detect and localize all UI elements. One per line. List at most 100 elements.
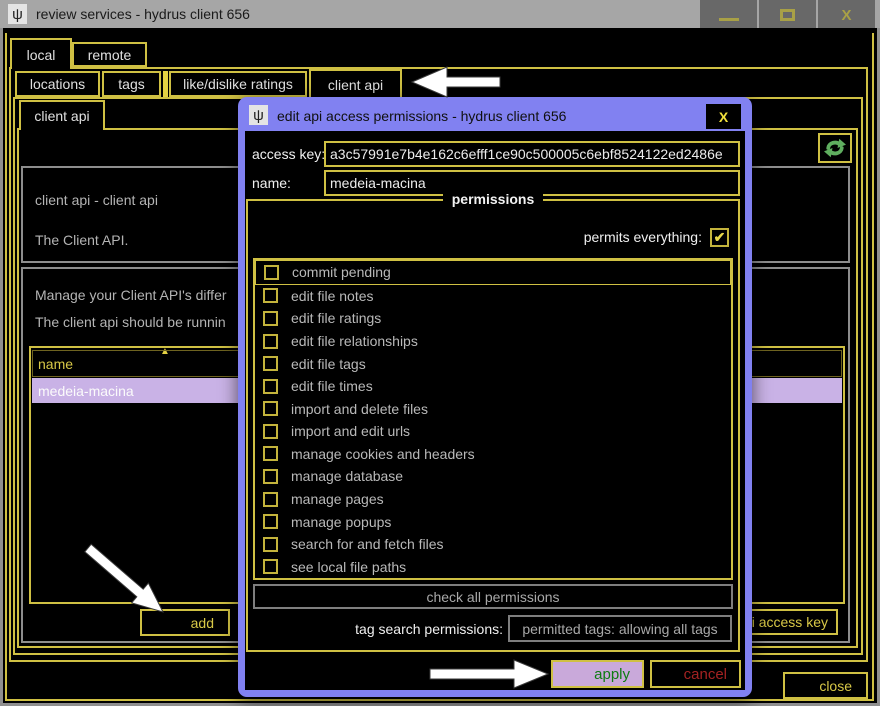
psi-glyph: ψ: [12, 6, 23, 23]
permission-checkbox[interactable]: [263, 492, 278, 507]
permission-label: import and delete files: [291, 401, 428, 417]
apply-button-label: apply: [594, 666, 630, 683]
close-button-label: close: [819, 678, 852, 694]
permission-label: commit pending: [292, 264, 391, 280]
permission-label: manage cookies and headers: [291, 446, 475, 462]
permission-item[interactable]: edit file times: [255, 375, 731, 398]
permissions-list[interactable]: commit pending edit file notes edit file…: [253, 258, 733, 580]
dialog-close-icon: X: [719, 109, 728, 125]
tag-search-permissions-button[interactable]: permitted tags: allowing all tags: [508, 615, 732, 642]
window-close-button[interactable]: X: [818, 0, 875, 30]
dialog-close-button[interactable]: X: [706, 104, 741, 129]
manage-text-2: The client api should be runnin: [35, 314, 226, 330]
service-title-text: client api - client api: [35, 192, 158, 208]
permission-item[interactable]: manage database: [255, 465, 731, 488]
permission-checkbox[interactable]: [263, 288, 278, 303]
dialog-titlebar: ψ edit api access permissions - hydrus c…: [245, 100, 745, 131]
app-icon: ψ: [8, 4, 27, 24]
table-row-name: medeia-macina: [38, 383, 134, 399]
permission-label: manage popups: [291, 514, 391, 530]
minimize-icon: [719, 18, 739, 21]
permission-label: edit file ratings: [291, 310, 381, 326]
permission-checkbox[interactable]: [263, 559, 278, 574]
tab-client-api-label: client api: [328, 77, 383, 93]
permission-checkbox[interactable]: [263, 469, 278, 484]
permission-item[interactable]: import and delete files: [255, 397, 731, 420]
refresh-button[interactable]: [818, 133, 852, 163]
maximize-icon: [780, 9, 795, 21]
tab-client-api-page-label: client api: [34, 108, 89, 124]
permission-item[interactable]: see local file paths: [255, 556, 731, 579]
tab-locations-label: locations: [30, 76, 85, 92]
permission-item[interactable]: manage cookies and headers: [255, 443, 731, 466]
permission-label: manage pages: [291, 491, 384, 507]
tab-tags-label: tags: [118, 76, 144, 92]
permission-checkbox[interactable]: [263, 379, 278, 394]
add-button[interactable]: add: [140, 609, 230, 636]
tab-like-dislike-ratings[interactable]: like/dislike ratings: [169, 71, 307, 97]
service-subtitle-text: The Client API.: [35, 232, 128, 248]
permits-everything-label: permits everything:: [238, 229, 702, 245]
permission-label: search for and fetch files: [291, 536, 444, 552]
permission-item[interactable]: edit file tags: [255, 352, 731, 375]
permission-checkbox[interactable]: [264, 265, 279, 280]
permission-checkbox[interactable]: [263, 311, 278, 326]
access-key-label: access key:: [252, 141, 325, 167]
titlebar: ψ review services - hydrus client 656 X: [0, 0, 880, 28]
refresh-icon: [822, 137, 848, 159]
permission-label: manage database: [291, 468, 403, 484]
tab-tags[interactable]: tags: [102, 71, 161, 97]
permission-checkbox[interactable]: [263, 514, 278, 529]
dialog-psi-glyph: ψ: [253, 107, 264, 124]
close-icon: X: [841, 7, 851, 24]
permission-item[interactable]: manage pages: [255, 488, 731, 511]
tab-like-dislike-ratings-label: like/dislike ratings: [183, 76, 293, 92]
apply-button[interactable]: apply: [551, 660, 644, 688]
tab-local-label: local: [27, 47, 56, 63]
access-key-input[interactable]: a3c57991e7b4e162c6efff1ce90c500005c6ebf8…: [324, 141, 740, 167]
permission-item[interactable]: manage popups: [255, 510, 731, 533]
minimize-button[interactable]: [700, 0, 757, 30]
tab-client-api-page[interactable]: client api: [19, 100, 105, 130]
permissions-title: permissions: [443, 191, 543, 207]
checkmark-icon: ✔: [714, 229, 726, 246]
tab-remote-label: remote: [88, 47, 132, 63]
close-button[interactable]: close: [783, 672, 868, 699]
check-all-permissions-button[interactable]: check all permissions: [253, 584, 733, 609]
permissions-title-wrap: permissions: [246, 191, 740, 209]
permission-item[interactable]: commit pending: [255, 260, 731, 285]
permission-label: edit file tags: [291, 356, 366, 372]
permission-item[interactable]: edit file relationships: [255, 330, 731, 353]
table-header-name-label: name: [38, 356, 73, 372]
permission-checkbox[interactable]: [263, 446, 278, 461]
permission-checkbox[interactable]: [263, 401, 278, 416]
dialog-app-icon: ψ: [249, 105, 268, 125]
edit-api-permissions-dialog: ψ edit api access permissions - hydrus c…: [238, 97, 752, 697]
permission-checkbox[interactable]: [263, 537, 278, 552]
permission-checkbox[interactable]: [263, 334, 278, 349]
window-title: review services - hydrus client 656: [36, 0, 250, 28]
permission-label: edit file notes: [291, 288, 374, 304]
tag-search-permissions-label: tag search permissions:: [253, 615, 503, 642]
add-button-label: add: [191, 615, 214, 631]
permission-checkbox[interactable]: [263, 424, 278, 439]
cancel-button[interactable]: cancel: [650, 660, 741, 688]
permits-everything-checkbox[interactable]: ✔: [710, 228, 729, 247]
tab-divider: [163, 71, 168, 97]
tab-remote[interactable]: remote: [72, 42, 147, 67]
permission-item[interactable]: search for and fetch files: [255, 533, 731, 556]
tab-locations[interactable]: locations: [15, 71, 100, 97]
manage-text-1: Manage your Client API's differ: [35, 287, 227, 303]
permission-item[interactable]: import and edit urls: [255, 420, 731, 443]
maximize-button[interactable]: [759, 0, 816, 30]
permission-label: see local file paths: [291, 559, 406, 575]
tab-local[interactable]: local: [10, 38, 72, 69]
name-value: medeia-macina: [330, 175, 426, 191]
copy-api-access-key-label: pi access key: [744, 614, 828, 630]
permission-item[interactable]: edit file notes: [255, 285, 731, 308]
permission-checkbox[interactable]: [263, 356, 278, 371]
tab-client-api[interactable]: client api: [309, 69, 402, 99]
permission-item[interactable]: edit file ratings: [255, 307, 731, 330]
access-key-value: a3c57991e7b4e162c6efff1ce90c500005c6ebf8…: [330, 146, 723, 162]
permission-label: edit file times: [291, 378, 373, 394]
